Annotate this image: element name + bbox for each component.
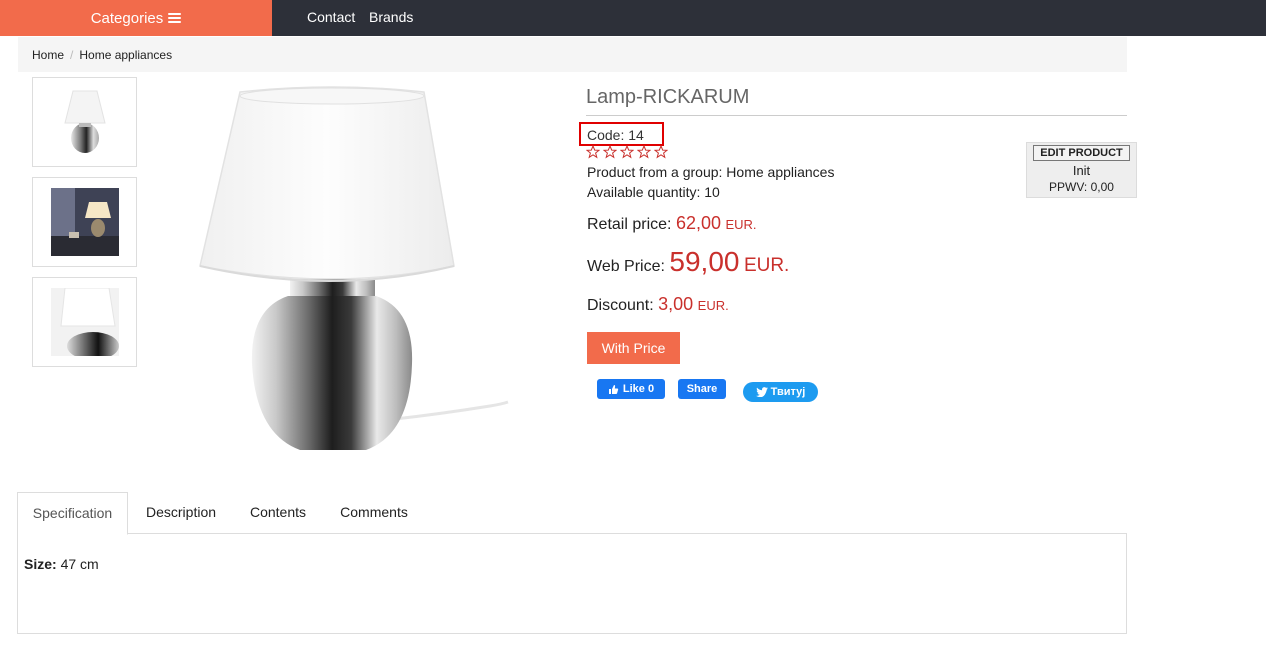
lamp-thumbnail-image (63, 90, 106, 153)
admin-panel: EDIT PRODUCT Init PPWV: 0,00 (1026, 142, 1137, 198)
discount-currency: EUR. (697, 298, 729, 313)
retail-price-value: 62,00 (675, 213, 721, 233)
facebook-like-button[interactable]: Like 0 (597, 379, 665, 399)
discount-label: Discount: (587, 297, 654, 314)
facebook-share-button[interactable]: Share (678, 379, 726, 399)
quantity-label: Available quantity: (587, 184, 701, 200)
edit-product-button[interactable]: EDIT PRODUCT (1033, 145, 1130, 161)
available-quantity: Available quantity: 10 (587, 184, 720, 200)
categories-label: Categories (90, 9, 164, 27)
product-tabs: Specification Description Contents Comme… (17, 492, 1127, 535)
discount-value: 3,00 (658, 294, 694, 314)
admin-ppwv-text: PPWV: 0,00 (1049, 180, 1114, 194)
nav-link-brands[interactable]: Brands (369, 9, 413, 25)
code-value: 14 (628, 127, 644, 143)
code-label: Code: (587, 127, 625, 143)
hamburger-icon (168, 12, 182, 24)
tweet-label: Твитуј (770, 386, 806, 398)
facebook-like-label: Like 0 (622, 383, 655, 395)
product-code: Code: 14 (587, 127, 644, 143)
tweet-button[interactable]: Твитуј (743, 382, 818, 402)
star-icon[interactable] (586, 145, 600, 159)
tab-contents[interactable]: Contents (239, 492, 317, 534)
spec-size-value: 47 cm (60, 556, 99, 572)
group-value: Home appliances (726, 164, 835, 180)
twitter-bird-icon (755, 387, 768, 397)
web-price-currency: EUR. (743, 255, 790, 276)
product-title: Lamp-RICKARUM (586, 86, 1127, 116)
web-price-label: Web Price: (587, 258, 665, 275)
tab-description[interactable]: Description (135, 492, 227, 534)
thumbnail-2[interactable] (32, 177, 137, 267)
facebook-share-label: Share (686, 383, 718, 395)
breadcrumb-separator: / (70, 47, 74, 62)
tab-comments[interactable]: Comments (329, 492, 419, 534)
lamp-detail-thumbnail-image (50, 288, 119, 356)
thumbs-up-icon (608, 384, 619, 394)
web-price-value: 59,00 (669, 246, 740, 277)
spec-size: Size: 47 cm (24, 556, 99, 572)
web-price: Web Price: 59,00 EUR. (587, 246, 789, 278)
top-nav: Categories Contact Brands (0, 0, 1266, 36)
tab-specification[interactable]: Specification (17, 492, 128, 535)
discount: Discount: 3,00 EUR. (587, 294, 729, 315)
star-icon[interactable] (637, 145, 651, 159)
group-label: Product from a group: (587, 164, 723, 180)
product-group: Product from a group: Home appliances (587, 164, 834, 180)
quantity-value: 10 (704, 184, 720, 200)
specification-panel: Size: 47 cm (17, 533, 1127, 634)
nav-link-contact[interactable]: Contact (307, 9, 355, 25)
star-icon[interactable] (603, 145, 617, 159)
lamp-room-thumbnail-image (50, 188, 119, 256)
spec-size-label: Size: (24, 556, 57, 572)
retail-price: Retail price: 62,00 EUR. (587, 213, 757, 234)
thumbnail-1[interactable] (32, 77, 137, 167)
star-icon[interactable] (654, 145, 668, 159)
breadcrumb: Home / Home appliances (18, 37, 1127, 72)
rating-stars[interactable] (586, 145, 668, 159)
retail-price-currency: EUR. (725, 217, 757, 232)
product-main-image (199, 86, 509, 450)
breadcrumb-home[interactable]: Home (32, 48, 64, 62)
star-icon[interactable] (620, 145, 634, 159)
with-price-button[interactable]: With Price (587, 332, 680, 364)
retail-price-label: Retail price: (587, 216, 672, 233)
categories-button[interactable]: Categories (0, 0, 272, 36)
admin-init-text: Init (1072, 163, 1091, 178)
breadcrumb-category[interactable]: Home appliances (79, 48, 172, 62)
thumbnail-3[interactable] (32, 277, 137, 367)
